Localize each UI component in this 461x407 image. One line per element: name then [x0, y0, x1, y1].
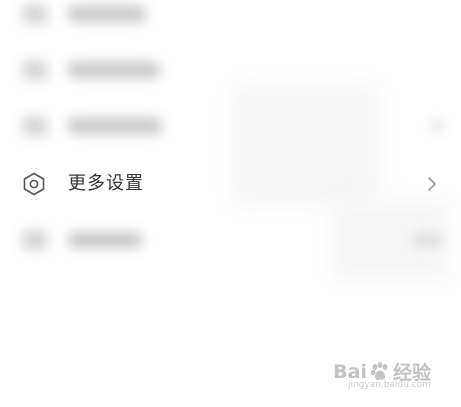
hexagon-settings-icon	[23, 172, 45, 196]
blurred-icon	[22, 60, 48, 80]
more-settings-label: 更多设置	[68, 173, 144, 194]
settings-row-blurred[interactable]	[0, 212, 461, 268]
blurred-chevron	[431, 120, 443, 132]
blurred-value	[413, 234, 443, 246]
blurred-icon	[22, 116, 48, 136]
blurred-label	[68, 118, 162, 134]
settings-row-more-settings[interactable]: 更多设置	[0, 156, 461, 212]
blurred-label	[68, 232, 142, 248]
settings-row-blurred[interactable]	[0, 0, 461, 42]
settings-screen: 更多设置 Bai 经验 jingyan.baidu.com	[0, 0, 461, 407]
blurred-label	[68, 62, 160, 78]
blurred-label	[68, 6, 146, 22]
settings-row-blurred[interactable]	[0, 42, 461, 98]
settings-row-blurred[interactable]	[0, 98, 461, 154]
chevron-right-icon	[428, 177, 436, 191]
blurred-icon	[22, 230, 48, 250]
baidu-jingyan-watermark: Bai 经验 jingyan.baidu.com	[333, 358, 431, 391]
blurred-icon	[22, 4, 48, 24]
watermark-url: jingyan.baidu.com	[347, 380, 431, 390]
